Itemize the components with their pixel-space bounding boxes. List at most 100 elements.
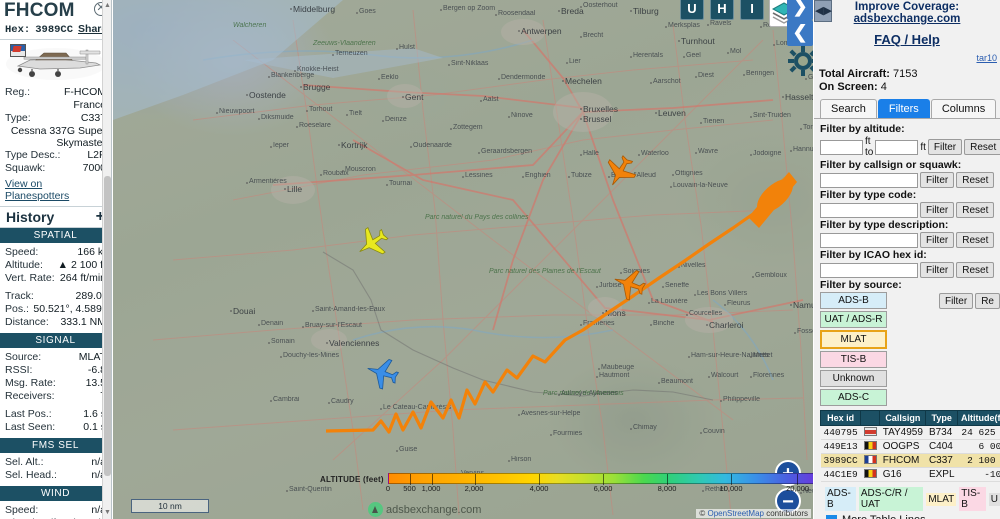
map-button-i[interactable]: I <box>740 0 764 20</box>
map-place-label: Oosterhout <box>583 2 618 9</box>
map-place-label: Diest <box>698 72 714 79</box>
source-chip-mlat[interactable]: MLAT <box>820 330 887 349</box>
column-hex-id[interactable]: Hex id <box>819 410 862 426</box>
hex-value: 3989CC <box>35 24 74 36</box>
table-row-selected[interactable]: 3989CC FHCOM C337 2 100 ▲ <box>820 453 1000 468</box>
table-row[interactable]: 440795 TAY4959 B734 24 625 ▼ <box>820 425 1000 440</box>
left-panel-scrollbar[interactable]: ▲ ▼ <box>102 0 111 519</box>
panel-tabs: Search Filters Columns <box>820 99 1000 118</box>
map-place-label: Avesnes-sur-Helpe <box>521 410 581 417</box>
icaohex-filter-button[interactable]: Filter <box>920 262 955 278</box>
typedesc-input[interactable] <box>820 232 918 248</box>
source-chip-tis-b[interactable]: TIS-B <box>820 351 887 368</box>
altitude-filter-button[interactable]: Filter <box>927 139 963 155</box>
map-place-label: Tienen <box>703 118 725 125</box>
chevron-right-icon[interactable]: ❯ <box>787 0 813 20</box>
map-button-h[interactable]: H <box>710 0 734 20</box>
source-chip-uat-ads-r[interactable]: UAT / ADS-R <box>820 311 887 328</box>
map-place-label: Louvain-la-Neuve <box>673 182 728 189</box>
map-place-dot <box>727 52 729 54</box>
map-place-label: Charleroi <box>709 320 744 330</box>
map-place-dot <box>665 26 667 28</box>
tab-filters[interactable]: Filters <box>877 99 930 118</box>
map-place-dot <box>440 9 442 11</box>
map-place-label: Wavre <box>698 148 718 155</box>
map-place-dot <box>760 26 762 28</box>
altitude-max-input[interactable] <box>875 139 919 155</box>
icaohex-input[interactable] <box>820 262 918 278</box>
map-place-label: Brecht <box>583 32 604 39</box>
map-place-dot <box>270 146 272 148</box>
gear-icon[interactable] <box>788 46 813 76</box>
map-place-label: Merksplas <box>668 22 700 29</box>
column-altitude[interactable]: Altitude(ft) <box>957 410 1000 426</box>
map-place-label: Hirson <box>511 456 532 463</box>
callsign-reset-button[interactable]: Reset <box>956 172 995 188</box>
map-place-dot <box>655 112 657 114</box>
filter-typecode-label: Filter by type code: <box>820 189 917 201</box>
cell-altitude: 6 000 <box>957 439 1000 454</box>
scroll-up-icon[interactable]: ▲ <box>104 2 111 10</box>
map-place-dot <box>396 48 398 50</box>
on-screen-row: On Screen: 4 <box>819 81 1000 94</box>
faq-help-link[interactable]: FAQ / Help <box>814 25 1000 47</box>
typecode-input[interactable] <box>820 202 918 218</box>
improve-coverage-link[interactable]: adsbexchange.com <box>814 13 1000 25</box>
map-place-dot <box>312 310 314 312</box>
tab-search[interactable]: Search <box>820 99 877 118</box>
typecode-filter-button[interactable]: Filter <box>920 202 955 218</box>
on-screen-value: 4 <box>880 81 887 93</box>
map-canvas[interactable]: Middelburg Walcheren Goes Bergen op Zoom Roo… <box>113 0 813 519</box>
map-place-label: Le Cateau-Cambrésis <box>383 404 452 411</box>
map-place-dot <box>346 114 348 116</box>
aircraft-table[interactable]: Hex id Callsign Type Altitude(ft) 440795… <box>819 410 1000 482</box>
panel-collapse-handle[interactable]: ◀▶ <box>814 0 832 22</box>
table-row[interactable]: 44C1E9 G16 EXPL -100 <box>820 467 1000 482</box>
column-type[interactable]: Type <box>925 410 959 426</box>
scroll-down-icon[interactable]: ▼ <box>104 509 111 517</box>
adsbexchange-watermark-text: adsbexchange.com <box>386 503 482 516</box>
altitude-min-input[interactable] <box>820 139 863 155</box>
checkbox-icon-checked[interactable] <box>826 514 837 519</box>
callsign-filter-button[interactable]: Filter <box>920 172 955 188</box>
typedesc-reset-button[interactable]: Reset <box>956 232 995 248</box>
map-place-dot <box>580 324 582 326</box>
map-place-dot <box>683 56 685 58</box>
map-place-dot <box>302 326 304 328</box>
history-section-header[interactable]: History + <box>0 206 111 228</box>
source-filter-button[interactable]: Filter <box>938 293 974 309</box>
source-chip-ads-b[interactable]: ADS-B <box>820 292 887 309</box>
source-chip-unknown[interactable]: Unknown <box>820 370 887 387</box>
source-reset-button[interactable]: Re <box>975 293 1000 309</box>
map-place-label: Ravels <box>710 20 732 27</box>
map-place-dot <box>790 150 792 152</box>
scrollbar-thumb[interactable] <box>104 176 111 476</box>
typecode-reset-button[interactable]: Reset <box>956 202 995 218</box>
stat-row: Vert. Rate: 264 ft/min <box>5 272 106 284</box>
column-flag[interactable] <box>860 410 881 426</box>
typedesc-filter-button[interactable]: Filter <box>920 232 955 248</box>
checkbox-more-table-lines[interactable]: More Table Lines <box>820 511 1000 519</box>
openstreetmap-link[interactable]: OpenStreetMap <box>707 509 763 518</box>
altitude-tick-label: 8,000 <box>657 484 677 493</box>
map-place-label: Tongeren <box>803 124 813 131</box>
map-place-dot <box>286 490 288 492</box>
cell-altitude: -100 <box>957 467 1000 482</box>
map-place-dot <box>332 54 334 56</box>
callsign-input[interactable] <box>820 172 918 188</box>
stat-row: Distance: 333.1 NM <box>5 316 106 328</box>
column-callsign[interactable]: Callsign <box>879 410 927 426</box>
tab-columns[interactable]: Columns <box>930 99 997 118</box>
icaohex-reset-button[interactable]: Reset <box>956 262 995 278</box>
map-place-dot <box>700 432 702 434</box>
altitude-reset-button[interactable]: Reset <box>964 139 1000 155</box>
source-chip-ads-c[interactable]: ADS-C <box>820 389 887 406</box>
map-button-u[interactable]: U <box>680 0 704 20</box>
planespotters-link[interactable]: View on Planespotters <box>0 175 111 206</box>
map-place-label: Parc naturel du Pays des collines <box>425 214 529 221</box>
map-place-label: Sint-Truiden <box>753 112 791 119</box>
map-place-dot <box>270 400 272 402</box>
tar-version-link[interactable]: tar10 <box>814 47 1000 63</box>
table-row[interactable]: 449E13 OOGPS C404 6 000 <box>820 439 1000 454</box>
chevron-left-icon[interactable]: ❮ <box>787 20 813 46</box>
